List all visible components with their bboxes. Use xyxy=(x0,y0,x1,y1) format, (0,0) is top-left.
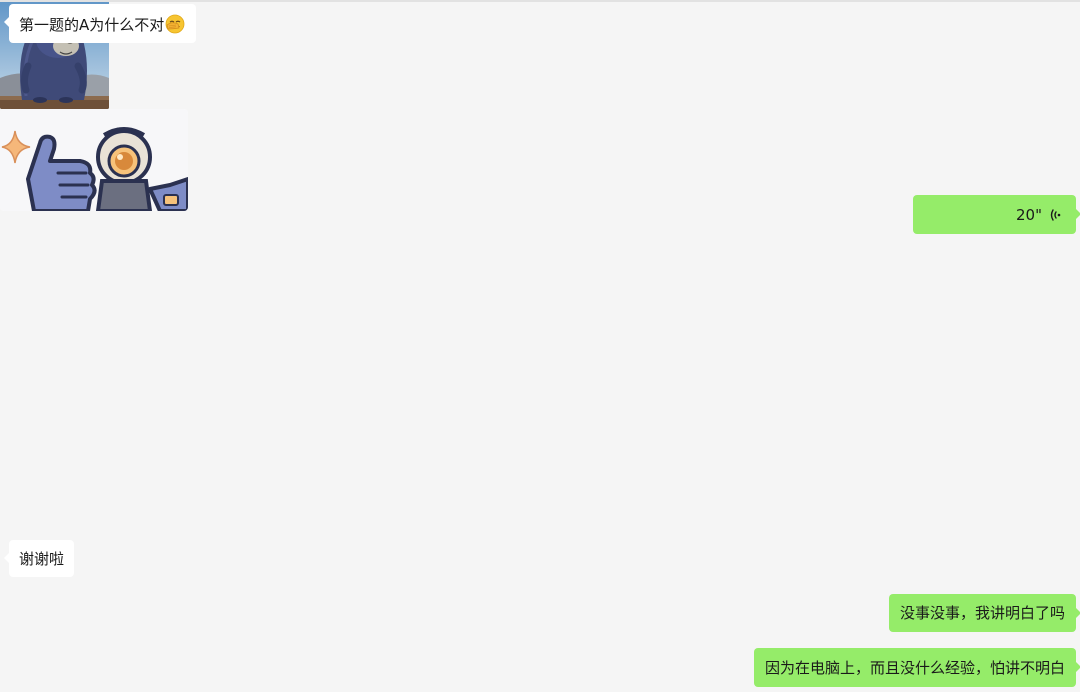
message-text: 第一题的A为什么不对 xyxy=(19,16,165,34)
outgoing-message-bubble[interactable]: 因为在电脑上，而且没什么经验，怕讲不明白 xyxy=(753,648,1080,687)
voice-message-bubble[interactable]: 20" xyxy=(913,195,1080,234)
message-text: 因为在电脑上，而且没什么经验，怕讲不明白 xyxy=(764,659,1065,677)
message-text: 没事没事，我讲明白了吗 xyxy=(899,604,1065,622)
facepalm-laugh-emoji-icon xyxy=(165,14,185,34)
thumbs-up-sticker-image[interactable] xyxy=(0,109,188,211)
top-divider xyxy=(0,0,1080,2)
incoming-message-bubble[interactable]: 第一题的A为什么不对 xyxy=(3,4,197,43)
thumbs-up-astronaut-icon xyxy=(0,109,188,211)
message-text: 谢谢啦 xyxy=(19,550,65,568)
outgoing-message-bubble[interactable]: 没事没事，我讲明白了吗 xyxy=(888,594,1080,632)
voice-duration: 20" xyxy=(1016,206,1042,224)
voice-wave-icon xyxy=(1048,207,1062,221)
incoming-message-bubble[interactable]: 谢谢啦 xyxy=(3,540,75,577)
